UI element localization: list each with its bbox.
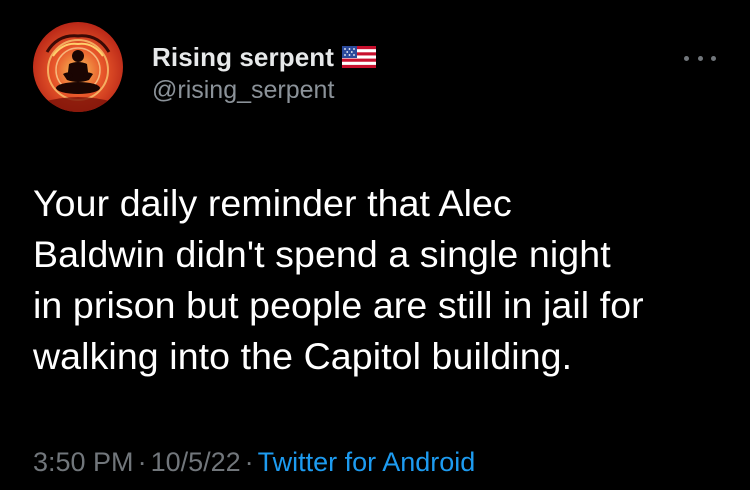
user-handle[interactable]: @rising_serpent — [152, 78, 376, 103]
display-name[interactable]: Rising serpent — [152, 44, 334, 70]
tweet-date[interactable]: 10/5/22 — [151, 447, 241, 477]
us-flag-icon — [342, 46, 376, 68]
more-options-icon — [711, 55, 716, 61]
more-options-button[interactable] — [684, 48, 716, 68]
source-link[interactable]: Twitter for Android — [258, 447, 476, 477]
tweet-text: Your daily reminder that Alec Baldwin di… — [33, 182, 644, 377]
more-options-icon — [684, 55, 689, 61]
separator: · — [244, 447, 254, 477]
meditating-figure-avatar-icon — [33, 22, 123, 112]
name-row: Rising serpent — [152, 42, 376, 72]
tweet-card: Rising serpent @rising_serpent Your dail… — [0, 0, 750, 490]
tweet-meta: 3:50 PM · 10/5/22 · Twitter for Android — [33, 445, 475, 479]
author-info: Rising serpent @rising_serpent — [152, 42, 376, 103]
separator: · — [137, 447, 147, 477]
tweet-time[interactable]: 3:50 PM — [33, 447, 134, 477]
more-options-icon — [697, 55, 703, 61]
avatar[interactable] — [33, 22, 123, 112]
